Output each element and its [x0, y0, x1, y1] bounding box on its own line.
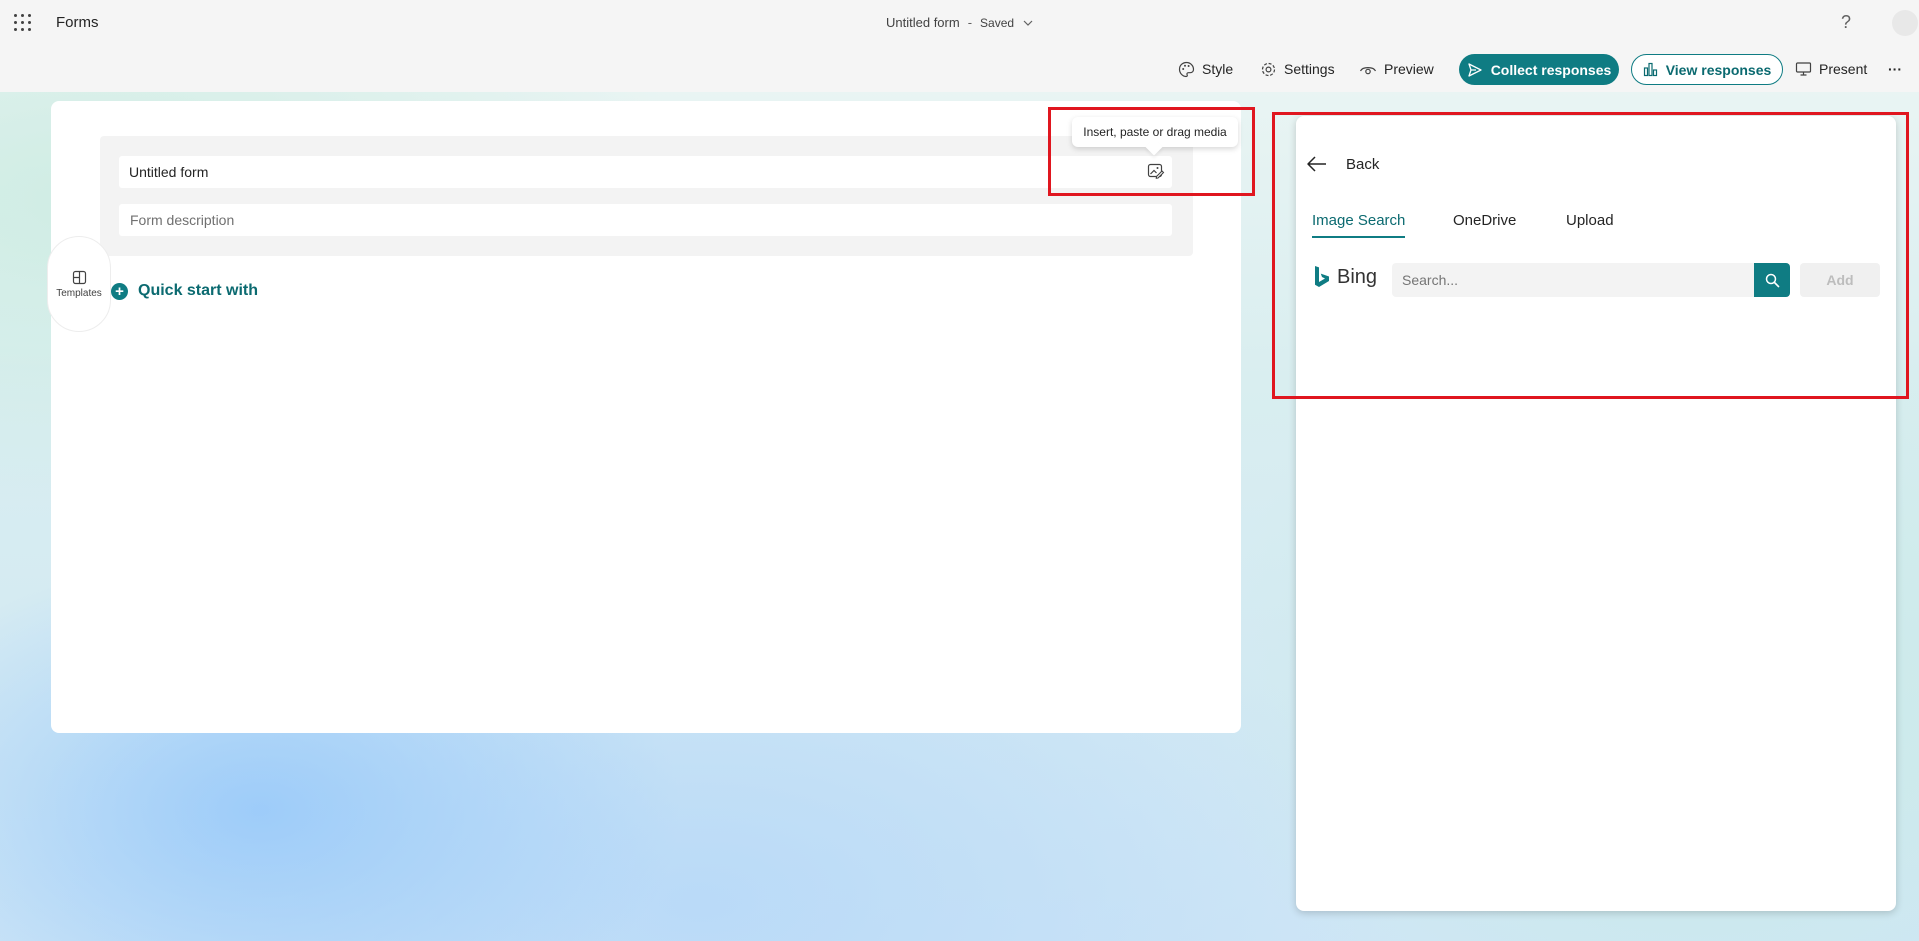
- gear-icon: [1261, 62, 1276, 76]
- collect-responses-label: Collect responses: [1490, 61, 1612, 78]
- style-label: Style: [1202, 61, 1234, 77]
- layout-icon: [72, 270, 86, 284]
- present-label: Present: [1819, 61, 1868, 77]
- help-button[interactable]: ?: [1841, 12, 1851, 33]
- save-status: Saved: [980, 15, 1015, 30]
- templates-button[interactable]: Templates: [47, 236, 111, 332]
- view-responses-label: View responses: [1665, 61, 1772, 78]
- document-title[interactable]: Untitled form - Saved: [886, 15, 1034, 30]
- avatar[interactable]: [1892, 10, 1918, 36]
- app-name[interactable]: Forms: [56, 14, 99, 31]
- templates-label: Templates: [56, 287, 102, 299]
- toolbar: Style Settings Preview Collect responses…: [0, 46, 1919, 92]
- form-title-card: [100, 136, 1193, 256]
- form-description-input[interactable]: Form description: [119, 204, 1172, 236]
- highlight-box-panel: [1272, 112, 1909, 399]
- chart-icon: [1643, 62, 1657, 77]
- form-title-input[interactable]: Untitled form: [119, 156, 1172, 188]
- more-options-button[interactable]: ···: [1888, 58, 1902, 80]
- style-button[interactable]: Style: [1178, 58, 1233, 80]
- highlight-box-media: [1048, 107, 1255, 196]
- document-title-text: Untitled form: [886, 15, 960, 30]
- plus-icon: +: [111, 282, 128, 300]
- collect-responses-button[interactable]: Collect responses: [1459, 54, 1619, 85]
- quick-start-label: Quick start with: [138, 282, 259, 299]
- top-bar: Forms Untitled form - Saved ?: [0, 0, 1919, 46]
- settings-label: Settings: [1284, 61, 1335, 77]
- quick-start-button[interactable]: + Quick start with: [111, 282, 258, 300]
- monitor-icon: [1795, 62, 1812, 76]
- chevron-down-icon: [1023, 20, 1033, 26]
- send-icon: [1468, 62, 1482, 77]
- app-launcher-icon[interactable]: [14, 14, 32, 32]
- preview-label: Preview: [1384, 61, 1434, 77]
- eye-icon: [1359, 66, 1377, 74]
- palette-icon: [1178, 61, 1195, 77]
- present-button[interactable]: Present: [1795, 58, 1867, 80]
- preview-button[interactable]: Preview: [1359, 58, 1434, 80]
- view-responses-button[interactable]: View responses: [1631, 54, 1783, 85]
- title-separator: -: [967, 15, 973, 30]
- settings-button[interactable]: Settings: [1260, 58, 1335, 80]
